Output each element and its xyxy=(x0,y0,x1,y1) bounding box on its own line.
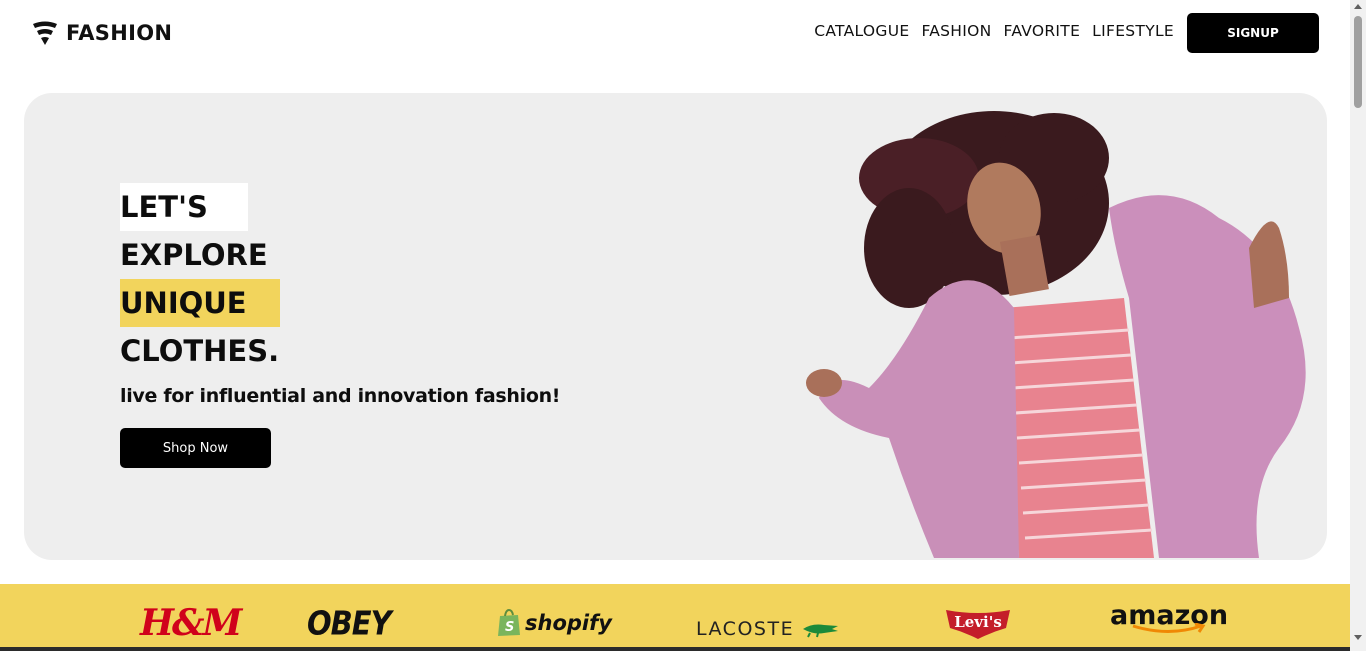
shop-now-button[interactable]: Shop Now xyxy=(120,428,271,468)
nav-fashion[interactable]: FASHION xyxy=(921,22,991,40)
scroll-down-arrow-icon[interactable] xyxy=(1354,635,1362,640)
bottom-edge-bar xyxy=(0,647,1350,651)
vertical-scrollbar[interactable] xyxy=(1350,0,1366,651)
scrollbar-thumb[interactable] xyxy=(1354,16,1362,108)
hero-banner: LET'S EXPLORE UNIQUE CLOTHES. live for i… xyxy=(24,93,1327,560)
shopify-bag-icon: S xyxy=(498,609,520,636)
brand-shopify-logo: S shopify xyxy=(497,598,612,648)
levis-wordmark: Levi's xyxy=(954,613,1002,631)
hero-line-clothes: CLOTHES. xyxy=(120,334,280,368)
logo-text: FASHION xyxy=(66,21,173,45)
nav-favorite[interactable]: FAVORITE xyxy=(1004,22,1081,40)
nav-lifestyle[interactable]: LIFESTYLE xyxy=(1092,22,1174,40)
crocodile-icon xyxy=(803,624,839,638)
hero-line-lets: LET'S xyxy=(120,183,248,231)
brand-lacoste-logo: LACOSTE xyxy=(696,604,840,651)
signup-button[interactable]: SIGNUP xyxy=(1187,13,1319,53)
logo[interactable]: FASHION xyxy=(32,18,172,48)
hero-line-unique: UNIQUE xyxy=(120,279,280,327)
nav-catalogue[interactable]: CATALOGUE xyxy=(814,22,909,40)
wifi-logo-icon xyxy=(33,21,57,45)
shopify-wordmark: shopify xyxy=(525,611,612,635)
hero-model-image xyxy=(806,111,1306,558)
main-nav: CATALOGUE FASHION FAVORITE LIFESTYLE xyxy=(814,22,1174,40)
scroll-up-arrow-icon[interactable] xyxy=(1354,4,1362,9)
lacoste-wordmark: LACOSTE xyxy=(696,618,795,640)
brand-levis-logo: Levi's xyxy=(944,598,1012,648)
brand-strip: H&M OBEY S shopify LACOSTE Levi's amazon xyxy=(0,584,1350,651)
levis-batwing-icon: Levi's xyxy=(946,610,1010,639)
svg-text:S: S xyxy=(505,620,514,635)
hero-tagline: live for influential and innovation fash… xyxy=(120,385,561,407)
amazon-smile-icon xyxy=(1132,623,1206,633)
brand-amazon-logo: amazon xyxy=(1110,600,1228,650)
hero-line-explore: EXPLORE xyxy=(120,238,268,272)
brand-obey-logo: OBEY xyxy=(307,603,392,643)
site-header: FASHION CATALOGUE FASHION FAVORITE LIFES… xyxy=(0,0,1350,68)
brand-hm-logo: H&M xyxy=(140,602,242,644)
